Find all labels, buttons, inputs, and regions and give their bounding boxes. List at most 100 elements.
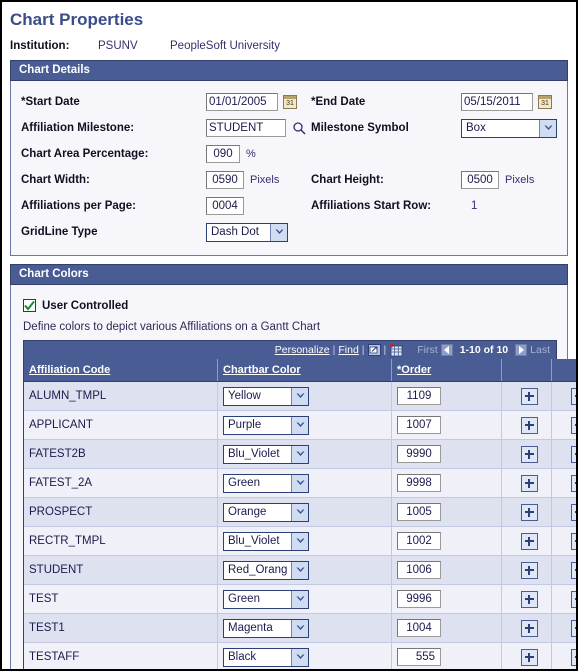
chartbar-color-select[interactable]: Blu_Violet bbox=[223, 531, 309, 551]
find-link[interactable]: Find bbox=[338, 344, 358, 356]
pager-first-label: First bbox=[417, 344, 438, 356]
chart-height-label: Chart Height: bbox=[311, 174, 384, 186]
chevron-down-icon[interactable] bbox=[291, 590, 308, 608]
gridline-type-select[interactable]: Dash Dot bbox=[206, 222, 288, 242]
chevron-down-icon[interactable] bbox=[291, 387, 308, 405]
milestone-symbol-label: Milestone Symbol bbox=[311, 122, 409, 134]
chartbar-color-select[interactable]: Purple bbox=[223, 415, 309, 435]
remove-row-cell bbox=[551, 555, 576, 585]
chevron-down-icon[interactable] bbox=[291, 474, 308, 492]
order-input[interactable] bbox=[397, 474, 441, 492]
chartbar-color-value: Red_Orang bbox=[228, 564, 288, 576]
chart-details-header: Chart Details bbox=[10, 60, 568, 81]
affiliations-start-row-label: Affiliations Start Row: bbox=[311, 200, 432, 212]
chevron-down-icon[interactable] bbox=[291, 532, 308, 550]
chevron-down-icon[interactable] bbox=[539, 119, 556, 137]
toolbar-separator: | bbox=[383, 344, 387, 356]
chevron-down-icon[interactable] bbox=[291, 619, 308, 637]
remove-row-button[interactable] bbox=[570, 474, 576, 492]
chartbar-color-select[interactable]: Black bbox=[223, 647, 309, 667]
chevron-down-icon[interactable] bbox=[291, 648, 308, 666]
order-input[interactable] bbox=[397, 387, 441, 405]
add-row-button[interactable] bbox=[520, 619, 538, 637]
order-cell bbox=[391, 381, 502, 411]
magnifier-icon[interactable] bbox=[292, 121, 306, 135]
remove-row-button[interactable] bbox=[570, 387, 576, 405]
chevron-down-icon[interactable] bbox=[270, 223, 287, 241]
order-input[interactable] bbox=[397, 619, 441, 637]
order-cell bbox=[391, 439, 502, 469]
order-input[interactable] bbox=[397, 416, 441, 434]
add-row-button[interactable] bbox=[520, 474, 538, 492]
pager-previous-button[interactable] bbox=[440, 344, 453, 356]
chartbar-color-select[interactable]: Red_Orang bbox=[223, 560, 309, 580]
chevron-down-icon[interactable] bbox=[291, 445, 308, 463]
affiliation-code-cell: APPLICANT bbox=[24, 410, 218, 440]
chevron-down-icon[interactable] bbox=[291, 561, 308, 579]
remove-row-button[interactable] bbox=[570, 648, 576, 666]
download-to-excel-icon[interactable] bbox=[389, 343, 403, 357]
chartbar-color-select[interactable]: Green bbox=[223, 589, 309, 609]
user-controlled-checkbox[interactable] bbox=[23, 299, 36, 312]
chartbar-color-select[interactable]: Yellow bbox=[223, 386, 309, 406]
chevron-down-icon[interactable] bbox=[291, 416, 308, 434]
add-row-button[interactable] bbox=[520, 590, 538, 608]
toolbar-separator: | bbox=[332, 344, 336, 356]
column-header-order: *Order bbox=[391, 359, 502, 382]
chevron-down-icon[interactable] bbox=[291, 503, 308, 521]
plus-icon bbox=[524, 449, 534, 459]
start-date-input[interactable] bbox=[206, 93, 278, 111]
order-sort-link[interactable]: *Order bbox=[397, 364, 431, 376]
order-input[interactable] bbox=[397, 503, 441, 521]
remove-row-button[interactable] bbox=[570, 445, 576, 463]
remove-row-button[interactable] bbox=[570, 619, 576, 637]
chart-height-input[interactable] bbox=[461, 171, 499, 189]
milestone-symbol-select[interactable]: Box bbox=[461, 118, 557, 138]
order-input[interactable] bbox=[397, 648, 441, 666]
order-input[interactable] bbox=[397, 445, 441, 463]
affiliation-code-sort-link[interactable]: Affiliation Code bbox=[29, 364, 110, 376]
add-row-button[interactable] bbox=[520, 561, 538, 579]
chart-width-input[interactable] bbox=[206, 171, 244, 189]
table-row: TESTAFF Black bbox=[24, 642, 576, 669]
pager-next-button[interactable] bbox=[515, 344, 528, 356]
remove-row-button[interactable] bbox=[570, 416, 576, 434]
add-row-button[interactable] bbox=[520, 503, 538, 521]
institution-code: PSUNV bbox=[98, 40, 138, 52]
add-row-button[interactable] bbox=[520, 416, 538, 434]
add-row-button[interactable] bbox=[520, 445, 538, 463]
order-input[interactable] bbox=[397, 561, 441, 579]
add-row-button[interactable] bbox=[520, 532, 538, 550]
calendar-icon-text: 31 bbox=[286, 100, 294, 107]
personalize-link[interactable]: Personalize bbox=[275, 344, 330, 356]
add-row-button[interactable] bbox=[520, 387, 538, 405]
calendar-icon[interactable]: 31 bbox=[538, 95, 552, 109]
column-header-chartbar-color: Chartbar Color bbox=[217, 359, 392, 382]
remove-row-button[interactable] bbox=[570, 561, 576, 579]
add-row-cell bbox=[501, 468, 552, 498]
plus-icon bbox=[524, 507, 534, 517]
chart-area-percentage-input[interactable] bbox=[206, 145, 240, 163]
view-all-icon[interactable] bbox=[367, 344, 381, 356]
affiliations-per-page-input[interactable] bbox=[206, 197, 244, 215]
chartbar-color-value: Black bbox=[228, 651, 257, 663]
chart-width-label: Chart Width: bbox=[21, 174, 90, 186]
affiliations-start-row-value: 1 bbox=[471, 200, 478, 212]
affiliation-milestone-input[interactable] bbox=[206, 119, 286, 137]
add-row-button[interactable] bbox=[520, 648, 538, 666]
institution-row: Institution: PSUNV PeopleSoft University bbox=[2, 34, 576, 60]
chartbar-color-cell: Blu_Violet bbox=[217, 439, 392, 469]
remove-row-button[interactable] bbox=[570, 532, 576, 550]
table-row: FATEST_2A Green bbox=[24, 468, 576, 498]
end-date-input[interactable] bbox=[461, 93, 533, 111]
remove-row-button[interactable] bbox=[570, 503, 576, 521]
chartbar-color-select[interactable]: Green bbox=[223, 473, 309, 493]
order-input[interactable] bbox=[397, 532, 441, 550]
chartbar-color-select[interactable]: Orange bbox=[223, 502, 309, 522]
calendar-icon[interactable]: 31 bbox=[283, 95, 297, 109]
chartbar-color-sort-link[interactable]: Chartbar Color bbox=[223, 364, 301, 376]
chartbar-color-select[interactable]: Magenta bbox=[223, 618, 309, 638]
remove-row-button[interactable] bbox=[570, 590, 576, 608]
order-input[interactable] bbox=[397, 590, 441, 608]
chartbar-color-select[interactable]: Blu_Violet bbox=[223, 444, 309, 464]
